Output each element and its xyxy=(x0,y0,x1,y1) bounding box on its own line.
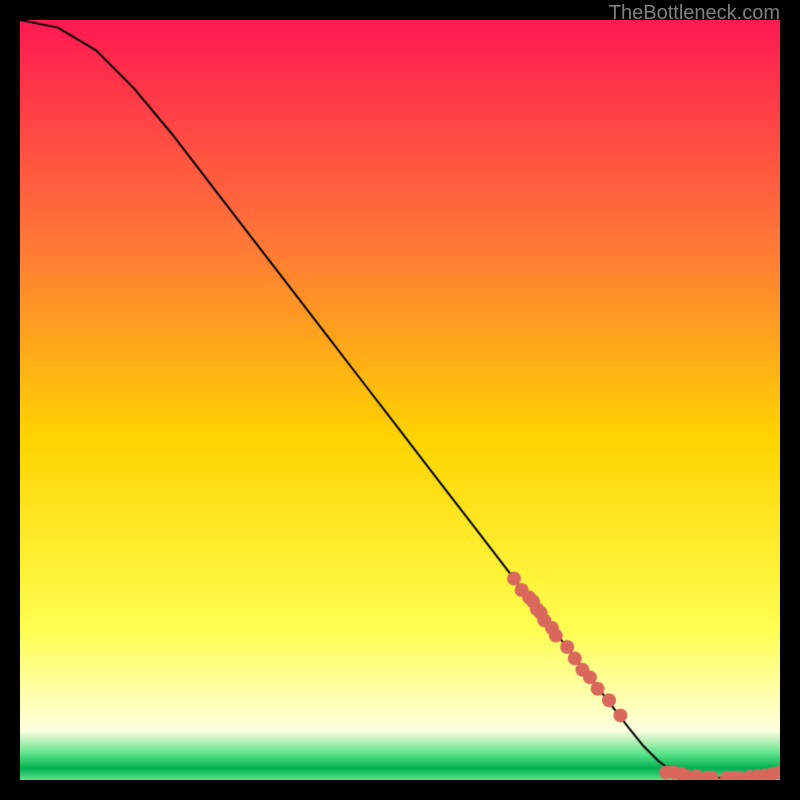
chart-container: TheBottleneck.com xyxy=(0,0,800,800)
watermark-text: TheBottleneck.com xyxy=(609,2,780,25)
scatter-layer xyxy=(20,20,780,780)
plot-area xyxy=(20,20,780,780)
